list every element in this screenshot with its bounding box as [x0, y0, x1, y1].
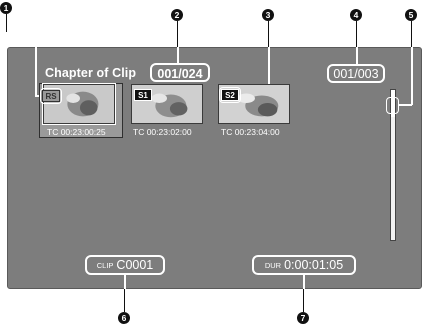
- thumbnail-s2-timecode: TC 00:23:04:00: [221, 127, 280, 137]
- clip-value: C0001: [116, 258, 154, 272]
- clip-label: CLIP: [96, 260, 114, 270]
- callout-7-inner-line: [303, 275, 305, 289]
- callout-7-line: [303, 289, 304, 312]
- callout-6: 6: [118, 312, 130, 324]
- rs-badge: RS: [42, 90, 60, 102]
- callout-6-inner-line: [124, 275, 126, 289]
- callout-6-line: [124, 289, 125, 312]
- scrollbar-highlight: [386, 97, 399, 114]
- callout-5: 5: [405, 9, 417, 21]
- callout-1-line: [6, 14, 7, 32]
- thumbnail-rs-timecode: TC 00:23:00:25: [47, 127, 106, 137]
- duration-display: DUR 0:00:01:05: [252, 255, 356, 275]
- s1-badge: S1: [134, 89, 152, 101]
- callout-4-inner-line: [356, 47, 358, 64]
- callout-4: 4: [350, 9, 362, 21]
- callout-2-inner-line: [177, 47, 179, 63]
- dur-value: 0:00:01:05: [284, 258, 344, 272]
- callout-1: 1: [0, 2, 12, 14]
- callout-1-inner-line: [35, 47, 37, 95]
- dur-label: DUR: [264, 260, 282, 270]
- callout-7: 7: [297, 312, 309, 324]
- page-title: Chapter of Clip: [45, 66, 137, 80]
- thumbnail-s1-timecode: TC 00:23:02:00: [133, 127, 192, 137]
- chapter-counter: 001/003: [327, 64, 385, 83]
- callout-3: 3: [262, 9, 274, 21]
- callout-2: 2: [171, 9, 183, 21]
- clip-name-display: CLIP C0001: [85, 255, 165, 275]
- clip-counter: 001/024: [150, 63, 210, 82]
- callout-5-inner-hline: [398, 104, 412, 106]
- callout-5-inner-line: [411, 47, 413, 105]
- s2-badge: S2: [221, 89, 239, 101]
